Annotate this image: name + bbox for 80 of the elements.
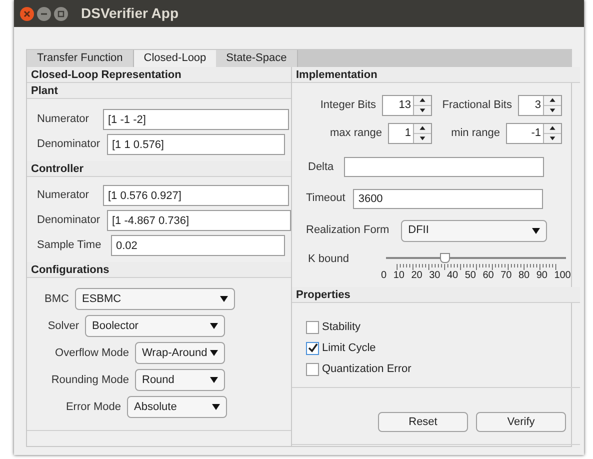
field-label: Numerator (37, 188, 90, 204)
field-label: K bound (308, 252, 350, 267)
dropdown[interactable]: Round (135, 369, 225, 391)
scale-label: 20 (411, 270, 422, 281)
down-arrow-icon[interactable] (544, 104, 561, 114)
dropdown[interactable]: DFII (401, 220, 548, 242)
field-label: Realization Form (306, 223, 390, 238)
spinner-field[interactable]: 3 (518, 94, 562, 116)
checkmark-icon (308, 343, 318, 353)
dropdown[interactable]: ESBMC (75, 288, 235, 310)
scale-label: 90 (536, 270, 548, 281)
dropdown[interactable]: Wrap-Around (135, 342, 225, 364)
field-label: Timeout (306, 191, 346, 206)
field-label: Integer Bits (320, 98, 376, 113)
checkbox-label: Stability (322, 320, 361, 335)
input-field[interactable]: [1 0.576 0.927] (103, 185, 289, 206)
tab[interactable]: Transfer Function (27, 50, 134, 67)
field-label: Overflow Mode (54, 346, 130, 361)
field-label: Fractional Bits (442, 98, 512, 113)
scale-label: 100 (554, 270, 571, 281)
input-field[interactable]: [1 1 0.576] (107, 134, 285, 155)
dropdown[interactable]: Boolector (85, 315, 225, 337)
caret-icon (220, 296, 228, 302)
close-icon[interactable] (20, 6, 34, 20)
down-arrow-icon[interactable] (414, 104, 431, 114)
input-field[interactable]: [1 -1 -2] (103, 109, 289, 130)
caret-icon (212, 404, 220, 410)
input-field[interactable]: 3600 (353, 188, 544, 208)
scale-label: 60 (482, 270, 494, 281)
checkbox[interactable] (306, 342, 319, 354)
scale-label: 10 (393, 270, 404, 281)
minimize-icon[interactable] (37, 6, 51, 20)
input-field[interactable]: [1 -4.867 0.736] (107, 210, 291, 231)
spinner-field[interactable]: 1 (388, 122, 432, 144)
field-label: Error Mode (64, 400, 122, 415)
window-title: DSVerifier App (81, 4, 179, 23)
caret-icon (210, 323, 218, 329)
scale-label: 70 (500, 270, 512, 281)
scale-label: 80 (518, 270, 530, 281)
action-button[interactable]: Reset (378, 412, 468, 432)
section-header: Configurations (27, 262, 291, 278)
down-arrow-icon[interactable] (544, 132, 561, 142)
section-header: Implementation (292, 67, 580, 83)
checkbox[interactable] (306, 320, 319, 334)
section-header: Plant (27, 83, 291, 99)
dropdown[interactable]: Absolute (127, 396, 227, 418)
field-label: Denominator (37, 137, 101, 152)
scale-label: 50 (464, 270, 476, 281)
scale-label: 0 (381, 270, 387, 281)
field-label: min range (451, 126, 500, 141)
tab[interactable]: State-Space (216, 50, 298, 67)
field-label: Sample Time (37, 238, 102, 254)
input-field[interactable]: 0.02 (111, 235, 285, 256)
field-label: Delta (308, 160, 334, 175)
slider-thumb[interactable] (440, 253, 450, 263)
caret-icon (210, 377, 218, 383)
input-field[interactable] (344, 157, 544, 177)
slider-track[interactable] (386, 253, 566, 262)
field-label: max range (330, 126, 382, 141)
maximize-icon[interactable] (54, 6, 68, 20)
field-label: BMC (44, 292, 70, 307)
field-label: Denominator (37, 213, 101, 228)
scale-label: 40 (446, 270, 458, 281)
down-arrow-icon[interactable] (414, 132, 431, 142)
checkbox-label: Quantization Error (322, 362, 412, 377)
spinner-field[interactable]: -1 (506, 122, 562, 144)
caret-icon (532, 228, 540, 234)
tab[interactable]: Closed-Loop (134, 50, 216, 67)
scale-label: 30 (429, 270, 440, 281)
caret-icon (210, 350, 218, 356)
spinner-field[interactable]: 13 (382, 94, 432, 116)
section-header: Closed-Loop Representation (27, 67, 291, 83)
section-header: Properties (292, 287, 580, 303)
checkbox-label: Limit Cycle (322, 340, 376, 356)
section-header: Controller (27, 161, 291, 177)
action-button[interactable]: Verify (476, 412, 566, 432)
field-label: Rounding Mode (50, 372, 130, 388)
field-label: Solver (46, 318, 80, 334)
field-label: Numerator (37, 112, 90, 128)
checkbox[interactable] (306, 362, 319, 376)
